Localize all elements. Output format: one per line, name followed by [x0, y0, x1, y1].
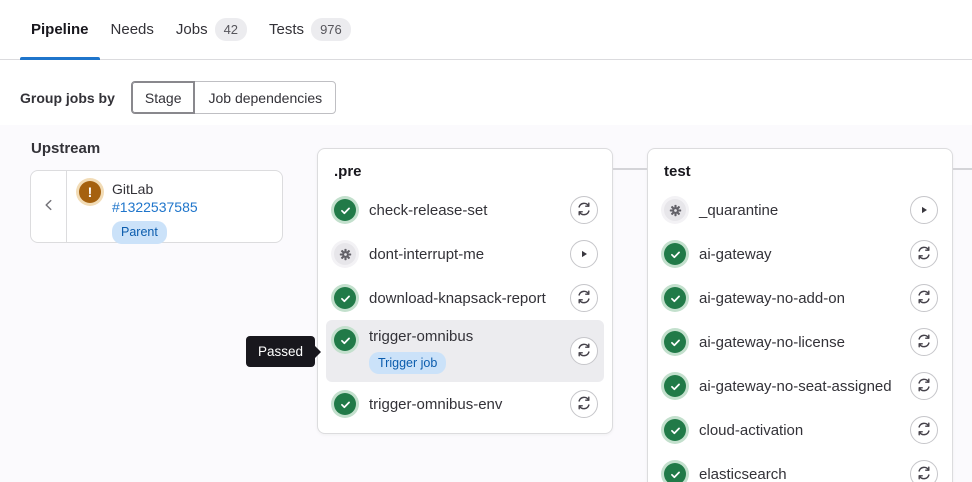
job-list: check-release-set dont-interrupt-me downlo… — [318, 182, 612, 434]
status-passed-icon — [334, 287, 356, 309]
job-name-link[interactable]: dont-interrupt-me — [369, 246, 484, 263]
status-passed-icon — [664, 375, 686, 397]
chevron-left-icon — [42, 198, 56, 215]
status-passed-icon — [334, 329, 356, 351]
job-name-link[interactable]: check-release-set — [369, 202, 487, 219]
retry-icon — [576, 289, 592, 308]
play-job-button[interactable] — [570, 240, 598, 268]
retry-job-button[interactable] — [910, 284, 938, 312]
job-name-link[interactable]: ai-gateway — [699, 246, 772, 263]
upstream-pipeline-card: ! GitLab #1322537585 Parent — [30, 170, 283, 243]
jobs-count-badge: 42 — [215, 18, 247, 41]
retry-icon — [916, 377, 932, 396]
group-jobs-controls: Group jobs by Stage Job dependencies — [0, 60, 972, 114]
retry-icon — [916, 289, 932, 308]
job-name-link[interactable]: trigger-omnibus — [369, 328, 473, 345]
retry-icon — [576, 395, 592, 414]
retry-job-button[interactable] — [570, 337, 598, 365]
job-row[interactable]: ai-gateway-no-license — [656, 320, 944, 364]
trigger-job-badge: Trigger job — [369, 352, 446, 375]
status-passed-icon — [664, 331, 686, 353]
tooltip-text: Passed — [258, 344, 303, 359]
job-name-link[interactable]: elasticsearch — [699, 466, 787, 482]
job-name-link[interactable]: ai-gateway-no-license — [699, 334, 845, 351]
status-passed-icon — [664, 463, 686, 482]
tab-pipeline[interactable]: Pipeline — [20, 0, 100, 59]
job-row[interactable]: trigger-omnibus-env — [326, 382, 604, 426]
status-manual-icon — [664, 199, 686, 221]
collapse-upstream-button[interactable] — [31, 171, 67, 242]
tab-jobs-label: Jobs — [176, 21, 208, 38]
job-name-link[interactable]: ai-gateway-no-add-on — [699, 290, 845, 307]
group-by-stage-button[interactable]: Stage — [131, 81, 196, 114]
status-manual-icon — [334, 243, 356, 265]
retry-icon — [576, 201, 592, 220]
retry-icon — [916, 465, 932, 482]
retry-icon — [916, 245, 932, 264]
group-jobs-by-label: Group jobs by — [20, 90, 115, 106]
job-row[interactable]: cloud-activation — [656, 408, 944, 452]
tab-pipeline-label: Pipeline — [31, 21, 89, 38]
retry-icon — [576, 342, 592, 361]
stage-connector-line — [613, 168, 647, 170]
job-row[interactable]: elasticsearch — [656, 452, 944, 482]
retry-job-button[interactable] — [910, 328, 938, 356]
job-row[interactable]: trigger-omnibus Trigger job — [326, 320, 604, 382]
upstream-section-title: Upstream — [31, 140, 100, 157]
job-name-link[interactable]: download-knapsack-report — [369, 290, 546, 307]
passed-tooltip: Passed — [246, 336, 315, 367]
job-row[interactable]: ai-gateway-no-seat-assigned — [656, 364, 944, 408]
tab-needs[interactable]: Needs — [100, 0, 165, 59]
retry-icon — [916, 333, 932, 352]
tests-count-badge: 976 — [311, 18, 351, 41]
job-row[interactable]: ai-gateway-no-add-on — [656, 276, 944, 320]
retry-job-button[interactable] — [910, 460, 938, 482]
status-passed-icon — [664, 419, 686, 441]
job-row[interactable]: download-knapsack-report — [326, 276, 604, 320]
stage-title: test — [648, 149, 952, 182]
play-icon — [579, 247, 589, 262]
retry-job-button[interactable] — [910, 372, 938, 400]
tab-jobs[interactable]: Jobs 42 — [165, 0, 258, 59]
tab-tests-label: Tests — [269, 21, 304, 38]
pipeline-graph: Upstream ! GitLab #1322537585 Parent .pr… — [0, 125, 972, 482]
job-name-link[interactable]: trigger-omnibus-env — [369, 396, 502, 413]
retry-job-button[interactable] — [910, 240, 938, 268]
stage-connector-line — [953, 168, 972, 170]
status-passed-icon — [664, 287, 686, 309]
upstream-project-name: GitLab — [112, 181, 198, 198]
job-name-link[interactable]: cloud-activation — [699, 422, 803, 439]
status-passed-icon — [664, 243, 686, 265]
pipeline-tab-bar: Pipeline Needs Jobs 42 Tests 976 — [0, 0, 972, 60]
job-row[interactable]: dont-interrupt-me — [326, 232, 604, 276]
tooltip-arrow — [314, 345, 321, 359]
job-name-link[interactable]: ai-gateway-no-seat-assigned — [699, 378, 892, 395]
group-by-job-dependencies-button[interactable]: Job dependencies — [194, 81, 336, 114]
retry-icon — [916, 421, 932, 440]
retry-job-button[interactable] — [570, 196, 598, 224]
job-row[interactable]: ai-gateway — [656, 232, 944, 276]
play-icon — [919, 203, 929, 218]
stage-title: .pre — [318, 149, 612, 182]
job-row[interactable]: _quarantine — [656, 188, 944, 232]
group-by-segmented-control: Stage Job dependencies — [131, 81, 336, 114]
upstream-pipeline-link[interactable]: #1322537585 — [112, 198, 198, 216]
job-row[interactable]: check-release-set — [326, 188, 604, 232]
retry-job-button[interactable] — [910, 416, 938, 444]
tab-tests[interactable]: Tests 976 — [258, 0, 362, 59]
tab-needs-label: Needs — [111, 21, 154, 38]
retry-job-button[interactable] — [570, 284, 598, 312]
stage-column-pre: .pre check-release-set dont-interrupt-me d… — [317, 148, 613, 434]
status-passed-icon — [334, 393, 356, 415]
job-list: _quarantine ai-gateway ai-gateway-no-add-o… — [648, 182, 952, 482]
status-passed-icon — [334, 199, 356, 221]
parent-badge: Parent — [112, 221, 167, 244]
warning-status-icon: ! — [79, 181, 101, 203]
play-job-button[interactable] — [910, 196, 938, 224]
stage-column-test: test _quarantine ai-gateway ai-gateway-no-… — [647, 148, 953, 482]
retry-job-button[interactable] — [570, 390, 598, 418]
job-name-link[interactable]: _quarantine — [699, 202, 778, 219]
